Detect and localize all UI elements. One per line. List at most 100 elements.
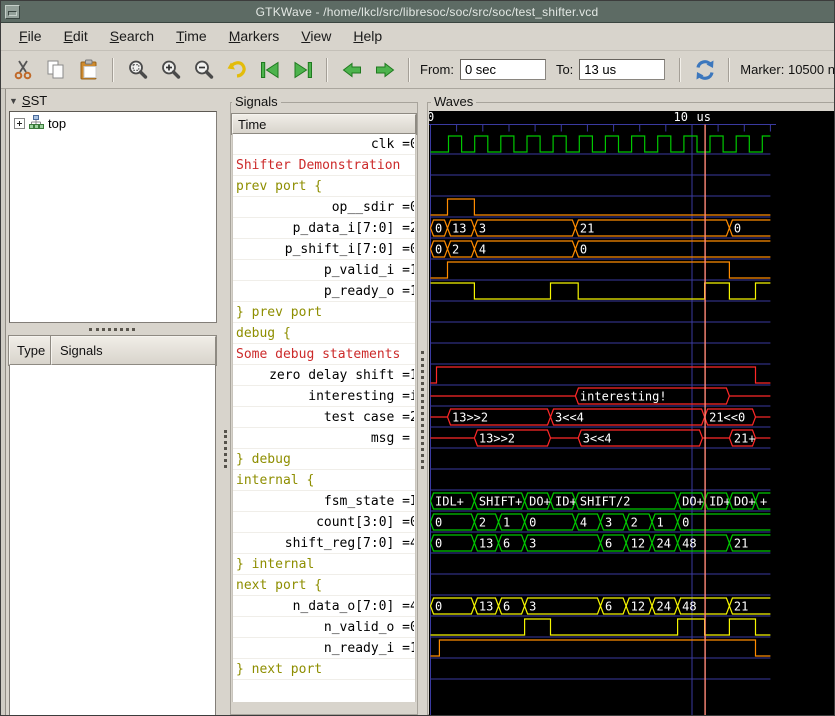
- signal-marker-value: 2: [410, 218, 414, 239]
- svg-text:0: 0: [529, 516, 536, 530]
- signal-row[interactable]: shift_reg[7:0] =4: [233, 533, 415, 554]
- signal-row[interactable]: zero delay shift =1: [233, 365, 415, 386]
- time-column-header[interactable]: Time: [232, 114, 416, 134]
- signal-row[interactable]: n_valid_o =0: [233, 617, 415, 638]
- svg-text:2: 2: [479, 516, 486, 530]
- comment-row[interactable]: Shifter Demonstration: [233, 155, 415, 176]
- main-area: ▼ SST top Type Signals Signals Time clk =…: [1, 89, 835, 716]
- cut-button[interactable]: [9, 56, 36, 83]
- signal-row[interactable]: fsm_state =I: [233, 491, 415, 512]
- reload-button[interactable]: [691, 56, 718, 83]
- toolbar-separator: [679, 58, 681, 82]
- sst-label: SST: [22, 93, 47, 108]
- signals-column-header[interactable]: Signals: [51, 336, 216, 365]
- svg-text:ID+: ID+: [709, 495, 731, 509]
- sst-pane-grip[interactable]: [89, 328, 135, 331]
- menu-file[interactable]: File: [9, 24, 52, 49]
- group-row[interactable]: prev port {: [233, 176, 415, 197]
- sst-expander[interactable]: ▼ SST: [9, 93, 47, 108]
- svg-text:0: 0: [435, 243, 442, 257]
- signal-name: msg =: [371, 428, 410, 449]
- signal-row[interactable]: clk =0: [233, 134, 415, 155]
- signal-marker-value: 0: [410, 134, 414, 155]
- svg-text:6: 6: [605, 600, 612, 614]
- type-column-header[interactable]: Type: [9, 336, 51, 365]
- svg-text:13: 13: [479, 600, 493, 614]
- group-row[interactable]: } debug: [233, 449, 415, 470]
- plus-expander-icon[interactable]: [14, 118, 25, 129]
- paned-grip-left[interactable]: [224, 430, 227, 468]
- signal-row[interactable]: n_data_o[7:0] =4: [233, 596, 415, 617]
- signal-marker-value: 1: [410, 281, 414, 302]
- group-row[interactable]: next port {: [233, 575, 415, 596]
- signal-row[interactable]: interesting =i: [233, 386, 415, 407]
- svg-text:4: 4: [479, 243, 486, 257]
- signal-row[interactable]: p_ready_o =1: [233, 281, 415, 302]
- signal-marker-value: 0: [410, 239, 414, 260]
- signals-frame-label: Signals: [232, 95, 281, 109]
- shift-right-button[interactable]: [371, 56, 398, 83]
- group-row[interactable]: debug {: [233, 323, 415, 344]
- marker-readout: Marker: 10500 ns: [740, 62, 834, 77]
- zoom-undo-button[interactable]: [223, 56, 250, 83]
- signal-row[interactable]: msg =: [233, 428, 415, 449]
- zoom-fit-button[interactable]: [124, 56, 151, 83]
- group-row[interactable]: } next port: [233, 659, 415, 680]
- wave-canvas[interactable]: 010us01332100240interesting!13>>23<<421<…: [429, 111, 834, 715]
- svg-text:4: 4: [580, 516, 587, 530]
- menu-edit[interactable]: Edit: [54, 24, 98, 49]
- sst-signal-list[interactable]: [9, 365, 216, 716]
- signal-row[interactable]: count[3:0] =0: [233, 512, 415, 533]
- jump-to-start-button[interactable]: [256, 56, 283, 83]
- sst-tree[interactable]: top: [9, 111, 217, 323]
- group-row[interactable]: internal {: [233, 470, 415, 491]
- toolbar-separator: [112, 58, 114, 82]
- to-input[interactable]: [579, 59, 665, 80]
- group-row[interactable]: } prev port: [233, 302, 415, 323]
- svg-text:IDL+: IDL+: [435, 495, 464, 509]
- jump-to-end-button[interactable]: [289, 56, 316, 83]
- svg-text:0: 0: [682, 516, 689, 530]
- signal-name: count[3:0] =: [316, 512, 410, 533]
- signal-row[interactable]: p_shift_i[7:0] =0: [233, 239, 415, 260]
- paned-grip-right[interactable]: [421, 351, 424, 469]
- signal-row[interactable]: test case =2: [233, 407, 415, 428]
- paste-button[interactable]: [75, 56, 102, 83]
- svg-text:1: 1: [657, 516, 664, 530]
- group-row[interactable]: } internal: [233, 554, 415, 575]
- window-edge: [1, 89, 6, 716]
- signal-row[interactable]: p_valid_i =1: [233, 260, 415, 281]
- from-label: From:: [420, 62, 454, 77]
- svg-text:1: 1: [503, 516, 510, 530]
- window-menu-button[interactable]: [5, 5, 20, 19]
- svg-text:13: 13: [452, 222, 466, 236]
- tree-node-top[interactable]: top: [10, 112, 216, 132]
- expander-arrow-icon: ▼: [9, 96, 18, 106]
- svg-text:0: 0: [734, 222, 741, 236]
- menu-help[interactable]: Help: [343, 24, 392, 49]
- menu-time[interactable]: Time: [166, 24, 217, 49]
- signal-name: shift_reg[7:0] =: [285, 533, 410, 554]
- svg-text:48: 48: [682, 600, 696, 614]
- zoom-out-button[interactable]: [190, 56, 217, 83]
- signal-name: n_ready_i =: [324, 638, 410, 659]
- svg-text:2: 2: [452, 243, 459, 257]
- svg-text:10: 10: [674, 111, 688, 124]
- svg-text:21<<0: 21<<0: [709, 411, 745, 425]
- shift-left-button[interactable]: [338, 56, 365, 83]
- menu-view[interactable]: View: [291, 24, 341, 49]
- menu-markers[interactable]: Markers: [219, 24, 290, 49]
- window-title: GTKWave - /home/lkcl/src/libresoc/soc/sr…: [20, 5, 834, 19]
- svg-text:0: 0: [580, 243, 587, 257]
- signal-row[interactable]: op__sdir =0: [233, 197, 415, 218]
- signal-row[interactable]: p_data_i[7:0] =2: [233, 218, 415, 239]
- waves-frame-label: Waves: [431, 95, 476, 109]
- from-input[interactable]: [460, 59, 546, 80]
- copy-button[interactable]: [42, 56, 69, 83]
- menu-search[interactable]: Search: [100, 24, 164, 49]
- svg-text:12: 12: [631, 537, 645, 551]
- zoom-in-button[interactable]: [157, 56, 184, 83]
- signal-name-list[interactable]: clk =0Shifter Demonstrationprev port {op…: [232, 134, 416, 702]
- comment-row[interactable]: Some debug statements: [233, 344, 415, 365]
- signal-row[interactable]: n_ready_i =1: [233, 638, 415, 659]
